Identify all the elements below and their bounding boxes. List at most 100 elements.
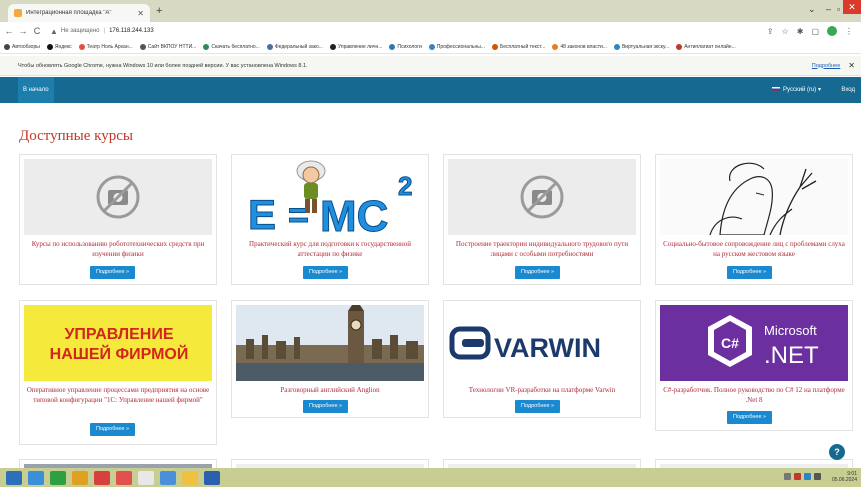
share-icon[interactable]: ⇪ [767,27,774,36]
word-icon[interactable] [204,470,220,485]
sign-language-sketch [660,159,848,235]
bookmark-item[interactable]: Театр Ноль Архан... [78,43,133,50]
bookmark-item[interactable]: Профессиональны... [428,43,485,50]
infobar-more-link[interactable]: Подробнее [812,63,841,69]
tab-close-icon[interactable]: ✕ [137,9,144,18]
folder-icon[interactable] [182,470,198,485]
course-more-button[interactable]: Подробнее » [303,266,349,279]
course-image[interactable] [236,305,424,381]
bookmark-item[interactable]: Антиплагиат онлайн... [676,43,736,50]
app-icon[interactable] [94,470,110,485]
address-bar[interactable]: ▲ Не защищено | 176.118.244.133 [50,24,767,38]
bookmark-item[interactable]: Виртуальная экску... [613,43,670,50]
minimize-icon[interactable]: – [826,3,831,15]
bookmark-favicon-icon [491,43,498,50]
bookmark-favicon-icon [78,43,85,50]
e-mc2-illustration: E = MC 2 [236,159,424,235]
course-title[interactable]: C#-разработчик. Полное руководство по C#… [660,385,848,405]
course-title[interactable]: Курсы по использованию робототехнических… [24,239,212,259]
bookmark-item[interactable]: 48 законов власти... [552,43,607,50]
taskbar-clock[interactable]: 9:01 05.06.2024 [832,471,857,483]
bookmark-label: Яндекс [54,43,72,50]
course-more-button[interactable]: Подробнее » [727,411,773,424]
camera-placeholder-icon [520,175,564,219]
infobar-close-icon[interactable]: ✕ [848,61,855,70]
bookmark-item[interactable]: Автообзоры [4,43,40,50]
explorer-icon[interactable] [72,470,88,485]
course-card: E = MC 2 Практический курс для подготовк… [231,154,429,285]
maximize-icon[interactable]: ▫ [837,3,840,15]
course-more-button[interactable]: Подробнее » [90,423,136,436]
sidepanel-icon[interactable]: ▢ [811,27,819,36]
reload-icon[interactable]: C [32,26,42,36]
course-image[interactable]: E = MC 2 [236,159,424,235]
window-dropdown-icon[interactable]: ⌄ [808,3,816,15]
course-title[interactable]: Разговорный английский Anglion [236,385,424,395]
menu-icon[interactable]: ⋮ [845,27,853,36]
banner-line-2: НАШЕЙ ФИРМОЙ [50,344,189,363]
yandex-icon[interactable] [138,470,154,485]
app-icon[interactable] [160,470,176,485]
course-card: УПРАВЛЕНИЕ НАШЕЙ ФИРМОЙ Оперативное упра… [19,300,217,445]
bookmark-item[interactable]: Сайт ВКПОУ НТТИ... [139,43,196,50]
course-image[interactable]: C# Microsoft .NET [660,305,848,381]
course-more-button[interactable]: Подробнее » [515,266,561,279]
course-more-button[interactable]: Подробнее » [90,266,136,279]
course-card: VARWIN Технологии VR-разработки на платф… [443,300,641,418]
bookmark-item[interactable]: Управление личн... [329,43,382,50]
course-title[interactable]: Оперативное управление процессами предпр… [24,385,212,405]
banner-line-1: УПРАВЛЕНИЕ [64,326,173,343]
bookmark-item[interactable]: Федеральный зако... [266,43,323,50]
course-image[interactable] [24,159,212,235]
bookmark-favicon-icon [552,43,559,50]
extensions-icon[interactable]: ✱ [797,27,804,36]
bookmark-item[interactable]: Психологи [389,43,422,50]
bookmark-item[interactable]: Яндекс [46,43,72,50]
bookmark-label: Бесплатный текст... [499,43,546,50]
course-image[interactable]: УПРАВЛЕНИЕ НАШЕЙ ФИРМОЙ [24,305,212,381]
start-icon[interactable] [6,470,22,485]
new-tab-button[interactable]: + [156,5,162,17]
screen: Интеграционная площадка "А" ✕ + ⌄ – ▫ ✕ … [0,0,861,487]
star-icon[interactable]: ☆ [782,27,789,36]
window-close-icon[interactable]: ✕ [843,0,861,14]
bookmark-item[interactable]: Бесплатный текст... [491,43,546,50]
formula-e: E [248,191,276,235]
browser-toolbar: ← → C ▲ Не защищено | 176.118.244.133 ⇪ … [0,22,861,40]
bookmark-label: Скачать бесплатно... [211,43,260,50]
placeholder-image [448,159,636,235]
course-image[interactable]: VARWIN [448,305,636,381]
camera-placeholder-icon [96,175,140,219]
tray-icon[interactable] [814,473,821,480]
course-title[interactable]: Построение траектории индивидуального тр… [448,239,636,259]
profile-avatar[interactable] [827,26,837,36]
home-link[interactable]: В начало [18,77,54,103]
course-image[interactable] [660,159,848,235]
tray-icon[interactable] [804,473,811,480]
tray-icon[interactable] [784,473,791,480]
browser-tab-strip: Интеграционная площадка "А" ✕ + ⌄ – ▫ ✕ [0,0,861,22]
course-more-button[interactable]: Подробнее » [727,266,773,279]
ie-icon[interactable] [28,470,44,485]
course-more-button[interactable]: Подробнее » [303,400,349,413]
login-link[interactable]: Вход [841,77,855,103]
browser-tab[interactable]: Интеграционная площадка "А" ✕ [8,4,150,22]
back-icon[interactable]: ← [4,26,14,36]
bookmarks-bar: Автообзоры Яндекс Театр Ноль Архан... Сайт … [0,40,861,54]
tray-icon[interactable] [794,473,801,480]
formula-sup: 2 [398,171,412,201]
app-icon[interactable] [50,470,66,485]
course-title[interactable]: Практический курс для подготовки к госуд… [236,239,424,259]
bookmark-label: Виртуальная экску... [621,43,670,50]
language-menu[interactable]: Русский (ru) ▾ [772,77,821,103]
course-title[interactable]: Технологии VR-разработки на платформе Va… [448,385,636,395]
bookmark-favicon-icon [389,43,396,50]
clock-date: 05.06.2024 [831,477,857,483]
forward-icon[interactable]: → [18,26,28,36]
help-button[interactable]: ? [829,444,845,460]
app-icon[interactable] [116,470,132,485]
course-image[interactable] [448,159,636,235]
course-title[interactable]: Социально-бытовое сопровождение лиц с пр… [660,239,848,259]
course-more-button[interactable]: Подробнее » [515,400,561,413]
bookmark-item[interactable]: Скачать бесплатно... [203,43,260,50]
